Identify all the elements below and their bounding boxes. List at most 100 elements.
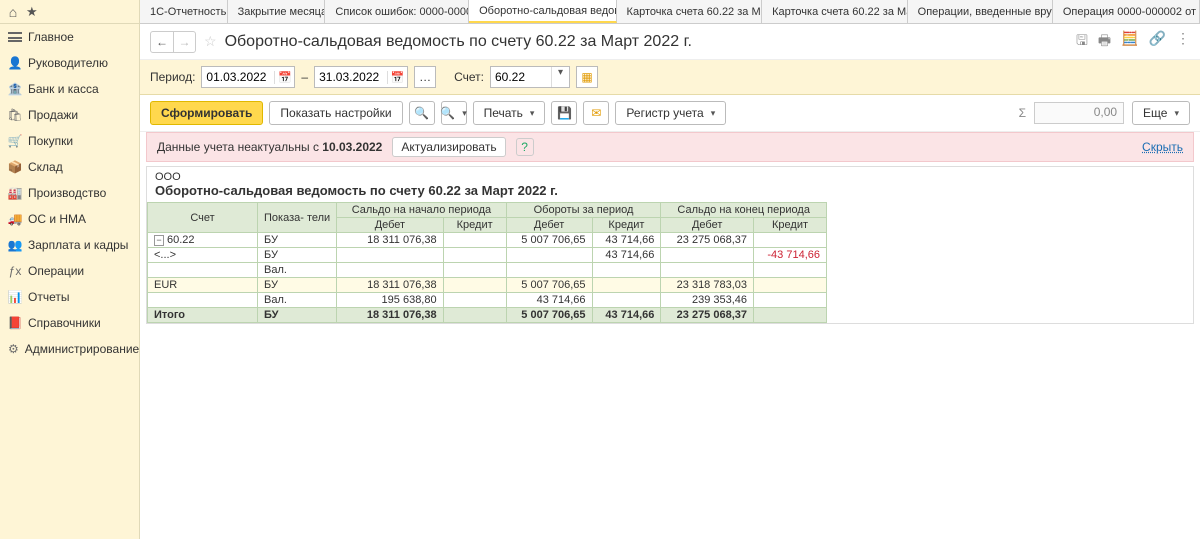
tab-label: Список ошибок: 0000-000012	[335, 6, 469, 18]
tab-label: Оборотно-сальдовая ведом…	[479, 5, 616, 17]
account-lookup-button[interactable]: ▦	[576, 66, 598, 88]
print-preview-icon[interactable]: 🖶	[1098, 30, 1111, 54]
nav-item-0[interactable]: Главное	[0, 24, 139, 50]
date-to-input[interactable]	[315, 67, 387, 87]
hide-warning-link[interactable]: Скрыть	[1142, 140, 1183, 154]
tab-label: Закрытие месяца	[238, 6, 326, 18]
show-settings-button[interactable]: Показать настройки	[269, 101, 402, 125]
nav-label: Банк и касса	[28, 82, 99, 96]
tab-2[interactable]: Список ошибок: 0000-000012×	[325, 0, 469, 23]
form-button[interactable]: Сформировать	[150, 101, 263, 125]
tab-4[interactable]: Карточка счета 60.22 за Ма…×	[617, 0, 763, 23]
cell: БУ	[258, 233, 337, 248]
nav-icon: 🏦	[8, 82, 22, 96]
cell	[661, 263, 754, 278]
more-button[interactable]: Еще	[1132, 101, 1190, 125]
forward-button[interactable]: →	[173, 32, 195, 52]
table-row[interactable]: Вал.195 638,8043 714,66239 353,46	[148, 293, 827, 308]
date-to[interactable]: 📅	[314, 66, 408, 88]
cell: 43 714,66	[506, 293, 592, 308]
save-icon[interactable]: 🖫	[1076, 30, 1088, 54]
nav-label: Отчеты	[28, 290, 69, 304]
cell	[754, 233, 827, 248]
cell	[506, 263, 592, 278]
date-from-input[interactable]	[202, 67, 274, 87]
nav-icon: 👥	[8, 238, 22, 252]
collapse-icon[interactable]: −	[154, 235, 164, 246]
help-icon[interactable]: ?	[516, 138, 534, 156]
menu-icon[interactable]: ⋮	[1176, 30, 1190, 54]
nav-item-6[interactable]: 🏭Производство	[0, 180, 139, 206]
tab-label: Карточка счета 60.22 за Ма…	[772, 6, 908, 18]
nav-item-9[interactable]: ƒxОперации	[0, 258, 139, 284]
nav-item-2[interactable]: 🏦 Банк и касса	[0, 76, 139, 102]
table-row[interactable]: <...>БУ43 714,66-43 714,66	[148, 248, 827, 263]
favorites-icon[interactable]: ★	[26, 4, 38, 20]
search-button[interactable]: 🔍	[409, 101, 435, 125]
nav-icon: ⚙	[8, 342, 19, 356]
title-bar: ← → ☆ Оборотно-сальдовая ведомость по сч…	[140, 24, 1200, 60]
cell	[592, 293, 661, 308]
nav-item-7[interactable]: 🚚ОС и НМА	[0, 206, 139, 232]
nav-item-10[interactable]: 📊Отчеты	[0, 284, 139, 310]
cell	[754, 293, 827, 308]
table-row[interactable]: Вал.	[148, 263, 827, 278]
nav-item-3[interactable]: 🛍Продажи	[0, 102, 139, 128]
col-indicators: Показа- тели	[258, 203, 337, 233]
filter-bar: Период: 📅 – 📅 … Счет: ▾ ▦	[140, 60, 1200, 95]
cell	[754, 263, 827, 278]
cell: Вал.	[258, 263, 337, 278]
page-title: Оборотно-сальдовая ведомость по счету 60…	[225, 33, 692, 51]
sidebar: ⌂ ★ Главное 👤Руководителю 🏦 Банк и касса 🛍Пр…	[0, 0, 140, 539]
account-input-wrap[interactable]: ▾	[490, 66, 570, 88]
cell: 43 714,66	[592, 233, 661, 248]
tab-label: Операция 0000-000002 от 1…	[1063, 6, 1200, 18]
nav-label: Зарплата и кадры	[28, 238, 128, 252]
tab-5[interactable]: Карточка счета 60.22 за Ма…×	[762, 0, 908, 23]
cell: 18 311 076,38	[337, 308, 443, 323]
register-button[interactable]: Регистр учета	[615, 101, 726, 125]
tab-3[interactable]: Оборотно-сальдовая ведом…×	[469, 0, 616, 23]
table-row[interactable]: −60.22БУ18 311 076,385 007 706,6543 714,…	[148, 233, 827, 248]
save-file-button[interactable]: 💾	[551, 101, 577, 125]
calculator-icon[interactable]: 🧮	[1121, 30, 1138, 54]
search-dropdown[interactable]: 🔍	[441, 101, 467, 125]
col-begin: Сальдо на начало периода	[337, 203, 506, 218]
tab-0[interactable]: 1С-Отчетность×	[140, 0, 228, 23]
nav-label: Главное	[28, 30, 74, 44]
cell: 239 353,46	[661, 293, 754, 308]
date-from[interactable]: 📅	[201, 66, 295, 88]
link-icon[interactable]: 🔗	[1149, 30, 1166, 54]
nav-item-5[interactable]: 📦Склад	[0, 154, 139, 180]
cell: 23 275 068,37	[661, 308, 754, 323]
print-button[interactable]: Печать	[473, 101, 546, 125]
account-dropdown-icon[interactable]: ▾	[551, 67, 569, 87]
col-turn-credit: Кредит	[592, 218, 661, 233]
favorite-toggle[interactable]: ☆	[204, 33, 217, 50]
nav-icon: 🏭	[8, 186, 22, 200]
report-area: ООО Оборотно-сальдовая ведомость по счет…	[140, 166, 1200, 324]
nav-item-1[interactable]: 👤Руководителю	[0, 50, 139, 76]
cell: 23 275 068,37	[661, 233, 754, 248]
cell	[661, 248, 754, 263]
tab-6[interactable]: Операции, введенные вруч…×	[908, 0, 1053, 23]
nav-icon	[8, 30, 22, 44]
nav-item-4[interactable]: 🛒Покупки	[0, 128, 139, 154]
tab-label: Операции, введенные вруч…	[918, 6, 1053, 18]
account-input[interactable]	[491, 67, 551, 87]
tab-1[interactable]: Закрытие месяца×	[228, 0, 326, 23]
email-button[interactable]: ✉	[583, 101, 609, 125]
tab-label: Карточка счета 60.22 за Ма…	[627, 6, 763, 18]
nav-item-12[interactable]: ⚙Администрирование	[0, 336, 139, 362]
tab-7[interactable]: Операция 0000-000002 от 1…×	[1053, 0, 1200, 23]
table-row[interactable]: EURБУ18 311 076,385 007 706,6523 318 783…	[148, 278, 827, 293]
period-picker-button[interactable]: …	[414, 66, 436, 88]
home-icon[interactable]: ⌂	[0, 4, 26, 20]
calendar-to-icon[interactable]: 📅	[387, 71, 407, 84]
actualize-button[interactable]: Актуализировать	[392, 137, 505, 157]
back-button[interactable]: ←	[151, 32, 173, 52]
calendar-from-icon[interactable]: 📅	[274, 71, 294, 84]
cell	[443, 248, 506, 263]
nav-item-11[interactable]: 📕Справочники	[0, 310, 139, 336]
nav-item-8[interactable]: 👥 Зарплата и кадры	[0, 232, 139, 258]
